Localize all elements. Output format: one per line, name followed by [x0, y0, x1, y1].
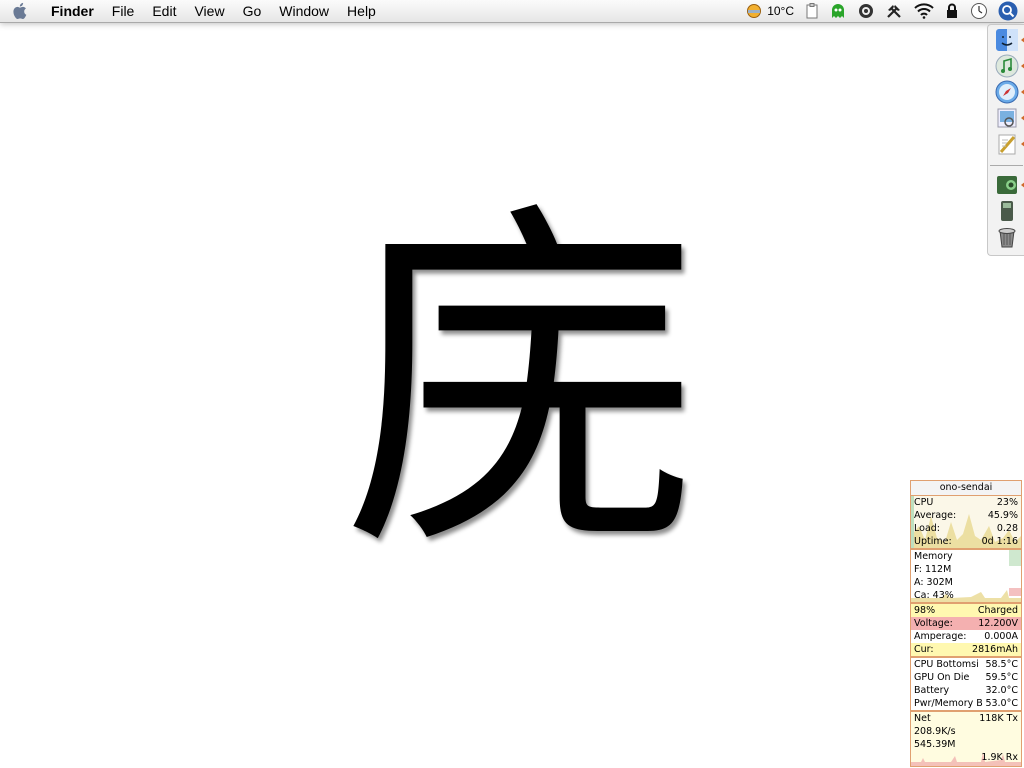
temperature-panel: CPU Bottomsi 58.5°C GPU On Die 59.5°C Batt… — [910, 657, 1022, 711]
monitor-title: ono-sendai — [910, 480, 1022, 495]
stuff-icon — [1001, 201, 1013, 221]
weather-menu[interactable]: 10°C — [740, 0, 800, 22]
menu-finder[interactable]: Finder — [42, 0, 103, 22]
ghost-menu[interactable] — [824, 0, 852, 22]
menu-view[interactable]: View — [185, 0, 233, 22]
dock-separator — [990, 165, 1023, 166]
memory-free: F: 112M — [914, 564, 952, 575]
cpu-uptime-value: 0d 1:16 — [981, 536, 1018, 547]
tools-icon — [887, 5, 901, 18]
menu-window[interactable]: Window — [270, 0, 338, 22]
trash-icon — [998, 228, 1016, 248]
net-rx: 1.9K Rx — [981, 752, 1018, 763]
battery-panel: 98% Charged Voltage: 12.200V Amperage: 0.00… — [910, 603, 1022, 657]
dock-textedit[interactable] — [994, 132, 1020, 156]
net-total: 545.39M — [914, 739, 956, 750]
battery-amperage-label: Amperage: — [914, 631, 967, 642]
menu-go[interactable]: Go — [234, 0, 271, 22]
temp-value: 53.0°C — [985, 698, 1018, 709]
apple-icon — [13, 2, 27, 20]
wifi-menu[interactable] — [908, 0, 940, 22]
memory-label: Memory — [914, 551, 953, 562]
temp-value: 59.5°C — [985, 672, 1018, 683]
camera-icon — [859, 4, 873, 18]
battery-voltage-label: Voltage: — [914, 618, 953, 629]
temp-label: Battery — [914, 685, 950, 696]
clipboard-menu[interactable] — [800, 0, 824, 22]
temp-row: Pwr/Memory B 53.0°C — [911, 697, 1021, 710]
menu-file[interactable]: File — [103, 0, 144, 22]
dock-itunes[interactable] — [994, 54, 1020, 78]
clipboard-icon — [806, 3, 818, 19]
cpu-load-value: 0.28 — [996, 523, 1018, 534]
temp-row: GPU On Die 59.5°C — [911, 671, 1021, 684]
ghost-icon — [832, 4, 844, 18]
itunes-icon — [995, 54, 1019, 78]
status-menus: 10°C — [740, 0, 1024, 22]
battery-current-value: 2816mAh — [972, 644, 1018, 655]
dock-safari[interactable] — [994, 80, 1020, 104]
preview-icon — [997, 108, 1017, 128]
cpu-uptime-label: Uptime: — [914, 536, 952, 547]
safari-icon — [995, 80, 1019, 104]
dock-folder[interactable] — [994, 173, 1020, 197]
temp-label: Pwr/Memory B — [914, 698, 983, 709]
wifi-icon — [914, 3, 934, 19]
cpu-label: CPU — [914, 497, 934, 508]
menu-help[interactable]: Help — [338, 0, 385, 22]
memory-cache: Ca: 43% — [914, 590, 954, 601]
cpu-average-label: Average: — [914, 510, 957, 521]
cpu-value: 23% — [996, 497, 1018, 508]
dock-stuff[interactable] — [994, 199, 1020, 223]
temp-row: Battery 32.0°C — [911, 684, 1021, 697]
battery-amperage-value: 0.000A — [984, 631, 1018, 642]
battery-current-label: Cur: — [914, 644, 934, 655]
dock — [987, 24, 1024, 256]
lock-icon — [947, 3, 957, 18]
memory-panel: Memory F: 112M A: 302M Ca: 43% — [910, 549, 1022, 603]
network-panel: Net 118K Tx 208.9K/s 545.39M 1.9K Rx — [910, 711, 1022, 767]
net-label: Net — [914, 713, 931, 724]
finder-icon — [996, 29, 1018, 51]
battery-voltage-value: 12.200V — [978, 618, 1018, 629]
desktop-character: 庑 — [340, 175, 700, 594]
dock-trash[interactable] — [994, 225, 1020, 249]
dock-preview[interactable] — [994, 106, 1020, 130]
tools-menu[interactable] — [880, 0, 908, 22]
menu-edit[interactable]: Edit — [143, 0, 185, 22]
apple-menu[interactable] — [0, 0, 42, 22]
battery-status: Charged — [977, 605, 1018, 616]
temp-value: 58.5°C — [985, 659, 1018, 670]
temp-label: GPU On Die — [914, 672, 970, 683]
spotlight-menu[interactable] — [994, 0, 1024, 22]
cpu-average-value: 45.9% — [987, 510, 1018, 521]
temp-row: CPU Bottomsi 58.5°C — [911, 658, 1021, 671]
temp-value: 32.0°C — [985, 685, 1018, 696]
weather-icon — [747, 4, 762, 18]
memory-active: A: 302M — [914, 577, 953, 588]
camera-menu[interactable] — [852, 0, 880, 22]
cpu-panel: CPU 23% Average: 45.9% Load: 0.28 Uptime: 0d… — [910, 495, 1022, 549]
weather-temp: 10°C — [767, 4, 794, 18]
net-rate: 208.9K/s — [914, 726, 956, 737]
spotlight-icon — [998, 1, 1018, 21]
clock-menu[interactable] — [964, 0, 994, 22]
cpu-load-label: Load: — [914, 523, 940, 534]
battery-percent: 98% — [914, 605, 936, 616]
lock-menu[interactable] — [940, 0, 964, 22]
folder-icon — [997, 176, 1017, 194]
net-tx: 118K Tx — [979, 713, 1018, 724]
clock-icon — [971, 3, 987, 19]
system-monitor: ono-sendai CPU 23% Average: 45.9% Load: 0.2… — [910, 480, 1022, 767]
dock-finder[interactable] — [994, 28, 1020, 52]
menu-bar: Finder File Edit View Go Window Help 10°… — [0, 0, 1024, 23]
temp-label: CPU Bottomsi — [914, 659, 979, 670]
textedit-icon — [998, 134, 1016, 155]
